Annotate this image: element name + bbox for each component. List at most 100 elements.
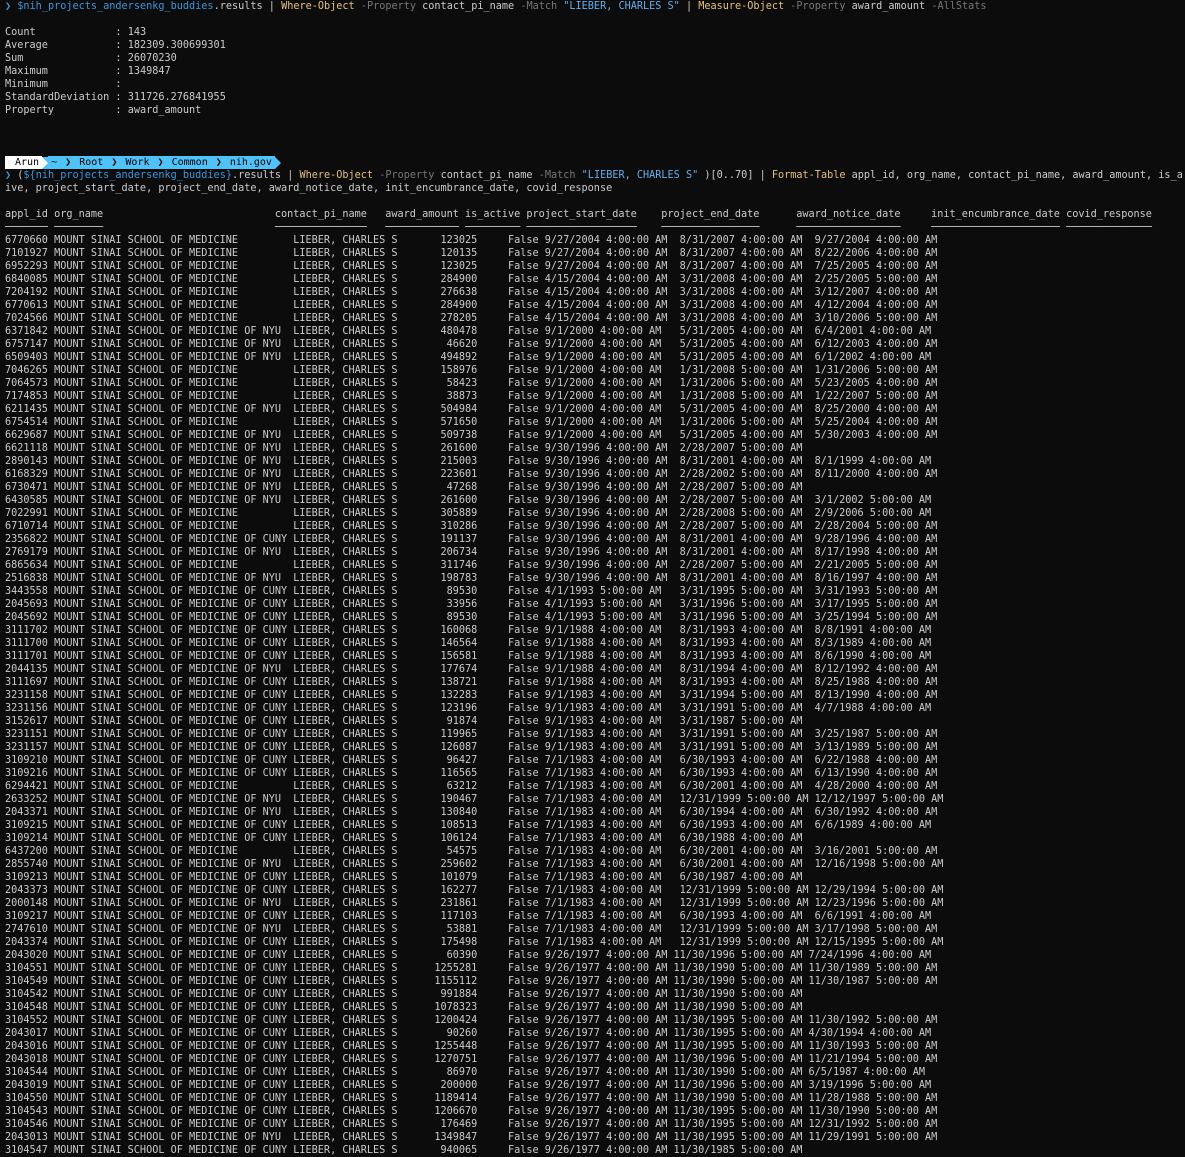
table-row: 3109215 MOUNT SINAI SCHOOL OF MEDICINE O… [5,820,932,831]
command-line-2[interactable]: ❯ (${nih_projects_andersenkg_buddies}.re… [5,169,1183,182]
table-row: 6770660 MOUNT SINAI SCHOOL OF MEDICINE L… [5,235,938,246]
variable: $nih_projects_andersenkg_buddies [17,1,214,12]
table-row: 3109213 MOUNT SINAI SCHOOL OF MEDICINE O… [5,872,803,883]
table-row: 7046265 MOUNT SINAI SCHOOL OF MEDICINE L… [5,365,938,376]
table-row: 3104544 MOUNT SINAI SCHOOL OF MEDICINE O… [5,1067,926,1078]
stat-value: 143 [127,27,147,38]
cmdlet: Measure-Object [698,1,785,12]
cmdlet: Where-Object [299,170,374,181]
table-row: 7101927 MOUNT SINAI SCHOOL OF MEDICINE L… [5,248,938,259]
table-row: 6294421 MOUNT SINAI SCHOOL OF MEDICINE L… [5,781,938,792]
string-literal: "LIEBER, CHARLES S" [581,170,699,181]
path-chevron-icon: ❯ [215,157,222,168]
stat-key: Count [5,27,116,38]
table-row: 7064573 MOUNT SINAI SCHOOL OF MEDICINE L… [5,378,938,389]
arguments: appl_id, org_name, contact_pi_name, awar… [851,170,1183,181]
prompt-user: Arun [5,156,43,169]
stat-line: Maximum : 1349847 [5,65,1183,78]
table-row: 3109217 MOUNT SINAI SCHOOL OF MEDICINE O… [5,911,932,922]
parameter: -Property [360,1,417,12]
table-header-underline: ─────── ──────── ─────────────── ───────… [5,222,1152,233]
string-literal: "LIEBER, CHARLES S" [563,1,680,12]
range: 0..70 [716,170,748,181]
parameter: -AllStats [931,1,987,12]
table-row: 2043373 MOUNT SINAI SCHOOL OF MEDICINE O… [5,885,944,896]
table-row: 6710714 MOUNT SINAI SCHOOL OF MEDICINE L… [5,521,938,532]
stat-line: Average : 182309.300699301 [5,39,1183,52]
table-row: 6840085 MOUNT SINAI SCHOOL OF MEDICINE L… [5,274,938,285]
table-row: 3109214 MOUNT SINAI SCHOOL OF MEDICINE O… [5,833,803,844]
stat-line: Count : 143 [5,26,1183,39]
powerline-prompt: Arun ~ ❯ Root ❯ Work ❯ Common ❯ nih.gov [5,156,1183,169]
table-row: 3152617 MOUNT SINAI SCHOOL OF MEDICINE O… [5,716,803,727]
table-row: 6430585 MOUNT SINAI SCHOOL OF MEDICINE O… [5,495,932,506]
stat-colon: : [115,92,128,103]
path-chevron-icon: ❯ [111,157,118,168]
table-row: 3104546 MOUNT SINAI SCHOOL OF MEDICINE O… [5,1119,938,1130]
variable: ${nih_projects_andersenkg_buddies} [23,170,232,181]
table-row: 2043013 MOUNT SINAI SCHOOL OF MEDICINE O… [5,1132,938,1143]
table-row: 3111697 MOUNT SINAI SCHOOL OF MEDICINE O… [5,677,938,688]
measure-object-output: Count : 143 Average : 182309.300699301 Sum… [5,26,1183,117]
stat-line: StandardDeviation : 311726.276841955 [5,91,1183,104]
table-row: 3111700 MOUNT SINAI SCHOOL OF MEDICINE O… [5,638,932,649]
pipe: | [268,1,275,12]
table-row: 2044135 MOUNT SINAI SCHOOL OF MEDICINE O… [5,664,938,675]
table-header: appl_id org_name contact_pi_name award_a… [5,209,1152,220]
table-row: 3104549 MOUNT SINAI SCHOOL OF MEDICINE O… [5,976,938,987]
parameter: -Match [520,1,558,12]
path-segment: Root [79,157,104,168]
table-row: 6865634 MOUNT SINAI SCHOOL OF MEDICINE L… [5,560,938,571]
table-row: 2633252 MOUNT SINAI SCHOOL OF MEDICINE O… [5,794,944,805]
table-row: 3104548 MOUNT SINAI SCHOOL OF MEDICINE O… [5,1002,803,1013]
index-open: )[ [704,170,717,181]
table-row: 3443558 MOUNT SINAI SCHOOL OF MEDICINE O… [5,586,938,597]
terminal-output: ❯ $nih_projects_andersenkg_buddies .resul… [5,0,1183,1157]
table-row: 3104552 MOUNT SINAI SCHOOL OF MEDICINE O… [5,1015,938,1026]
table-row: 3104543 MOUNT SINAI SCHOOL OF MEDICINE O… [5,1106,938,1117]
pipe: | [685,1,693,12]
argument: award_amount [851,1,926,12]
command-line-2-wrap[interactable]: ive, project_start_date, project_end_dat… [5,182,1183,195]
table-row: 6371842 MOUNT SINAI SCHOOL OF MEDICINE O… [5,326,932,337]
table-row: 6168329 MOUNT SINAI SCHOOL OF MEDICINE O… [5,469,938,480]
arguments-continued: ive, project_start_date, project_end_dat… [5,183,613,194]
table-row: 6621118 MOUNT SINAI SCHOOL OF MEDICINE O… [5,443,803,454]
command-line-1[interactable]: ❯ $nih_projects_andersenkg_buddies.resul… [5,0,1183,13]
prompt-chevron-icon: ❯ [5,1,12,12]
table-row: 6952293 MOUNT SINAI SCHOOL OF MEDICINE L… [5,261,938,272]
table-row: 6730471 MOUNT SINAI SCHOOL OF MEDICINE O… [5,482,803,493]
stat-colon: : [115,66,128,77]
stat-line: Property : award_amount [5,104,1183,117]
argument: contact_pi_name [440,170,533,181]
stat-key: StandardDeviation [5,92,116,103]
cmdlet: Format-Table [771,170,846,181]
parameter: -Property [790,1,846,12]
parameter: -Property [379,170,435,181]
table-row: 6437200 MOUNT SINAI SCHOOL OF MEDICINE L… [5,846,938,857]
stat-key: Property [5,105,116,116]
path-segment: nih.gov [229,157,272,168]
table-body: 6770660 MOUNT SINAI SCHOOL OF MEDICINE L… [5,234,1183,1157]
table-row: 3231151 MOUNT SINAI SCHOOL OF MEDICINE O… [5,729,938,740]
stat-line: Minimum : [5,78,1183,91]
stat-colon: : [115,105,128,116]
table-row: 3104551 MOUNT SINAI SCHOOL OF MEDICINE O… [5,963,938,974]
path-chevron-icon: ❯ [157,157,164,168]
member: .results [231,170,282,181]
table-row: 2855740 MOUNT SINAI SCHOOL OF MEDICINE O… [5,859,944,870]
table-row: 2043019 MOUNT SINAI SCHOOL OF MEDICINE O… [5,1080,932,1091]
table-row: 2043018 MOUNT SINAI SCHOOL OF MEDICINE O… [5,1054,938,1065]
table-row: 3231156 MOUNT SINAI SCHOOL OF MEDICINE O… [5,703,932,714]
table-row: 3109210 MOUNT SINAI SCHOOL OF MEDICINE O… [5,755,938,766]
table-row: 3111701 MOUNT SINAI SCHOOL OF MEDICINE O… [5,651,932,662]
stat-colon: : [115,40,128,51]
table-row: 2043374 MOUNT SINAI SCHOOL OF MEDICINE O… [5,937,944,948]
stat-value: 182309.300699301 [127,40,226,51]
table-row: 2516838 MOUNT SINAI SCHOOL OF MEDICINE O… [5,573,938,584]
stat-colon: : [115,27,128,38]
parameter: -Match [538,170,576,181]
stat-line: Sum : 26070230 [5,52,1183,65]
prompt-chevron-icon: ❯ [5,170,12,181]
table-row: 7024566 MOUNT SINAI SCHOOL OF MEDICINE L… [5,313,938,324]
